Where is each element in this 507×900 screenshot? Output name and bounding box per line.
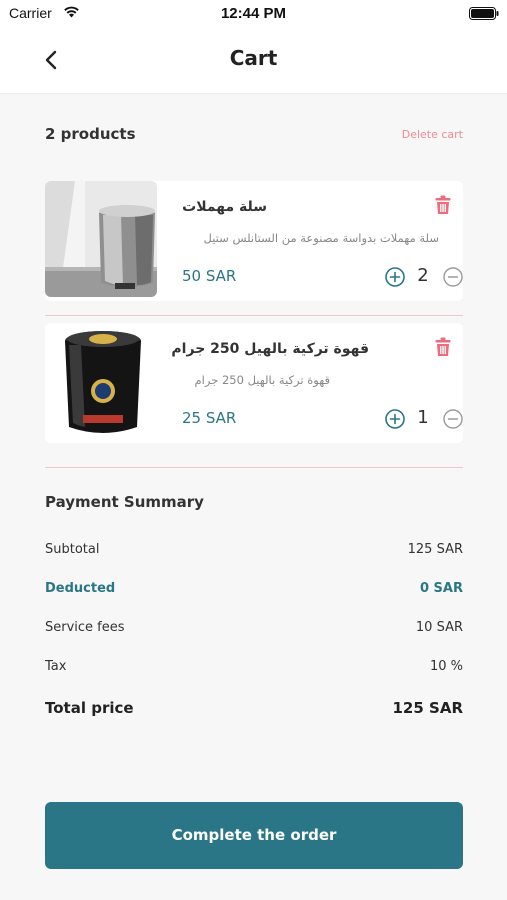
divider [45,467,463,468]
quantity-value: 1 [417,407,429,428]
tax-value: 10 % [429,659,463,674]
minus-icon[interactable] [443,267,463,287]
tax-row: Tax 10 % [45,659,463,679]
product-name: سلة مهملات [182,199,267,215]
trash-icon[interactable] [435,337,451,357]
subtotal-row: Subtotal 125 SAR [45,542,463,562]
product-price: 50 SAR [182,267,237,285]
subtotal-value: 125 SAR [407,542,463,557]
payment-summary-title: Payment Summary [45,493,204,511]
service-fees-label: Service fees [45,620,125,635]
product-description: قهوة تركية بالهيل 250 جرام [194,373,330,387]
product-image [45,181,157,297]
total-row: Total price 125 SAR [45,699,463,719]
service-fees-value: 10 SAR [415,620,463,635]
deducted-label: Deducted [45,581,116,596]
divider [45,315,463,316]
clock: 12:44 PM [220,5,287,22]
subtotal-label: Subtotal [45,542,100,557]
minus-icon[interactable] [443,409,463,429]
total-label: Total price [45,699,134,717]
tax-label: Tax [45,659,67,674]
quantity-value: 2 [417,265,429,286]
product-image [45,323,157,439]
plus-icon[interactable] [385,267,405,287]
product-name: قهوة تركية بالهيل 250 جرام [171,341,369,357]
nav-bar: Cart [0,26,507,94]
cart-item: قهوة تركية بالهيل 250 جرام قهوة تركية با… [45,323,463,443]
cart-item: سلة مهملات سلة مهملات بدواسة مصنوعة من ا… [45,181,463,301]
page-title: Cart [229,46,278,70]
delete-cart-link[interactable]: Delete cart [402,128,463,141]
plus-icon[interactable] [385,409,405,429]
deducted-value: 0 SAR [419,581,463,596]
total-value: 125 SAR [392,699,464,717]
trash-icon[interactable] [435,195,451,215]
complete-order-label: Complete the order [171,826,337,844]
product-price: 25 SAR [182,409,237,427]
status-bar: Carrier 12:44 PM [0,0,507,26]
deducted-row: Deducted 0 SAR [45,581,463,601]
products-header: 2 products Delete cart [45,125,463,147]
complete-order-button[interactable]: Complete the order [45,802,463,869]
product-description: سلة مهملات بدواسة مصنوعة من الستانلس ستي… [203,231,440,245]
battery-icon [469,7,499,20]
products-count: 2 products [45,125,136,143]
service-fees-row: Service fees 10 SAR [45,620,463,640]
